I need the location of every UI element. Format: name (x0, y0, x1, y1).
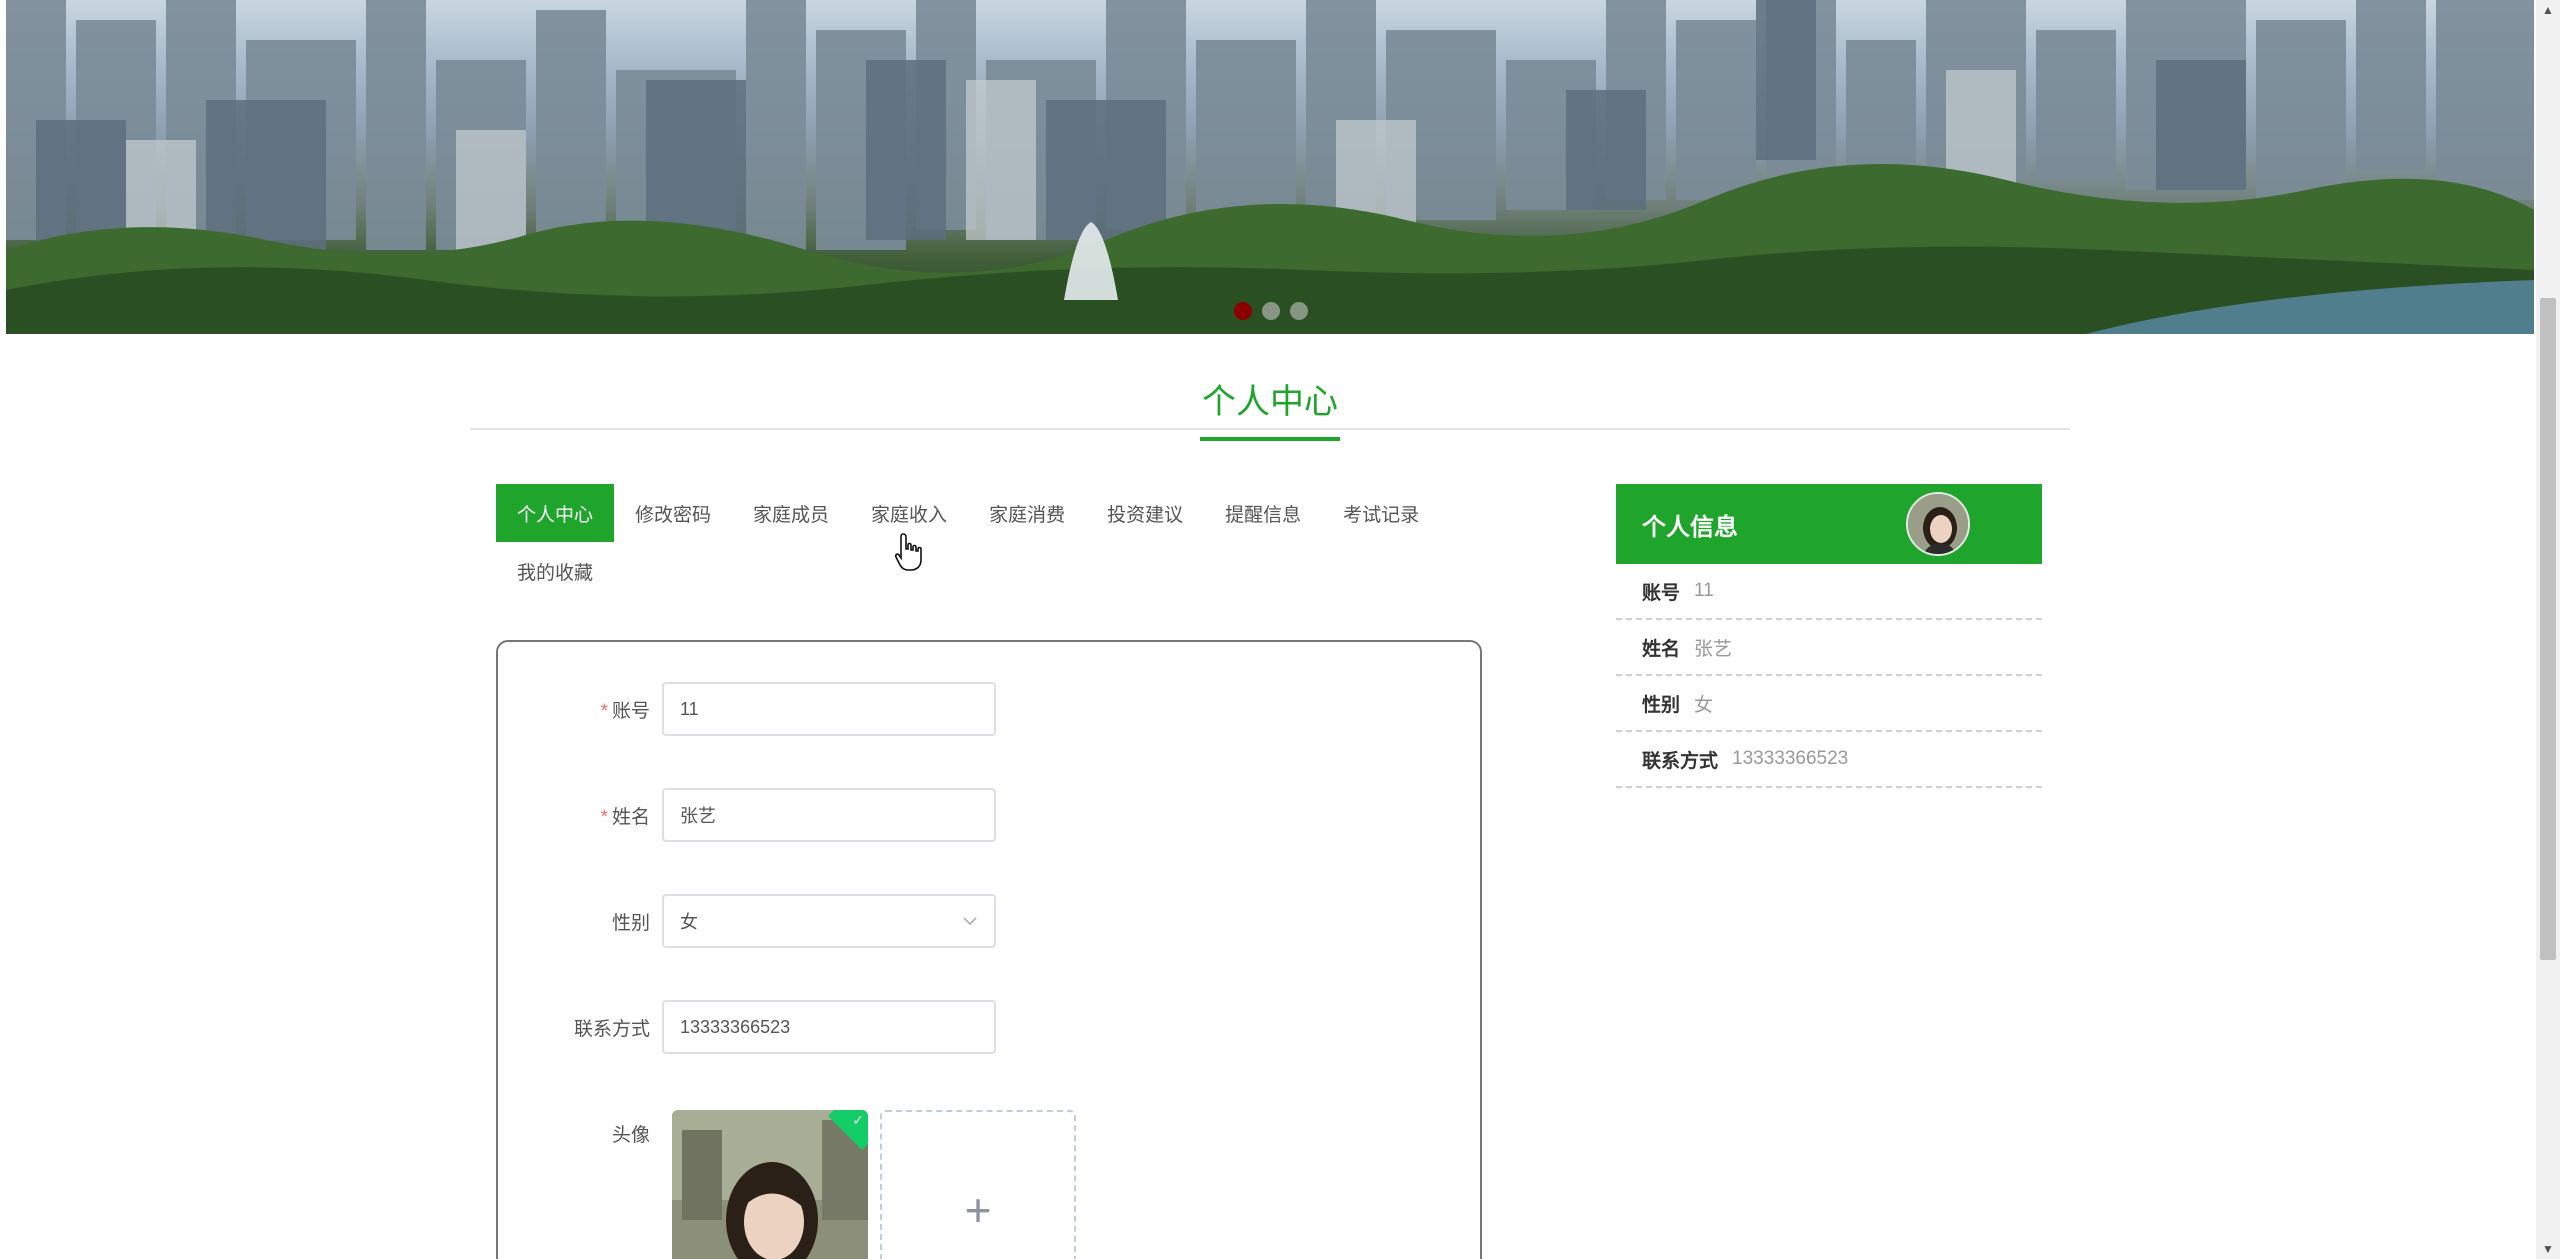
tab-investment-advice[interactable]: 投资建议 (1086, 484, 1204, 542)
avatar-photo (672, 1110, 868, 1259)
gender-row: 性别 女 (498, 894, 996, 948)
city-skyline-image (6, 0, 2534, 334)
avatar-upload-button[interactable]: + (880, 1110, 1076, 1259)
center-tabs: 个人中心 修改密码 家庭成员 家庭收入 家庭消费 投资建议 提醒信息 考试记录 … (496, 484, 1456, 600)
info-key: 姓名 (1642, 638, 1681, 660)
tab-exam-records[interactable]: 考试记录 (1322, 484, 1440, 542)
info-value: 13333366523 (1732, 748, 1849, 769)
name-row: * 姓名 张艺 (498, 788, 996, 842)
carousel-dot-2[interactable] (1262, 302, 1280, 320)
name-label: * 姓名 (600, 806, 650, 828)
scrollbar-thumb[interactable] (2540, 298, 2556, 960)
info-row-phone: 联系方式 13333366523 (1616, 732, 2042, 788)
avatar-row: 头像 (498, 1120, 662, 1147)
tab-family-members[interactable]: 家庭成员 (732, 484, 850, 542)
tab-my-favorites[interactable]: 我的收藏 (496, 542, 614, 600)
info-panel-header: 个人信息 (1616, 484, 2042, 564)
phone-row: 联系方式 13333366523 (498, 1000, 996, 1054)
scroll-up-icon[interactable]: ▲ (2536, 0, 2560, 20)
page-title-bar: 个人中心 (470, 360, 2070, 441)
info-value: 女 (1694, 694, 1714, 716)
info-key: 账号 (1642, 582, 1681, 604)
carousel-dots (1234, 302, 1308, 320)
check-icon: ✓ (852, 1112, 864, 1128)
required-mark: * (600, 806, 608, 828)
info-panel-title: 个人信息 (1642, 513, 1738, 541)
info-row-gender: 性别 女 (1616, 676, 2042, 732)
avatar-photo (1908, 494, 1968, 554)
gender-select[interactable]: 女 (662, 894, 996, 948)
tab-personal-center[interactable]: 个人中心 (496, 484, 615, 542)
account-row: * 账号 11 (498, 682, 996, 736)
profile-form: * 账号 11 * 姓名 张艺 性别 女 联系方式 13333366523 头像 ✓ (496, 640, 1482, 1259)
gender-select-value: 女 (680, 912, 698, 932)
info-key: 性别 (1642, 694, 1681, 716)
tab-family-expense[interactable]: 家庭消费 (968, 484, 1086, 542)
carousel-dot-1[interactable] (1234, 302, 1252, 320)
name-input[interactable]: 张艺 (662, 788, 996, 842)
info-value: 张艺 (1694, 638, 1733, 660)
uploaded-avatar-image[interactable]: ✓ (672, 1110, 868, 1259)
tab-reminders[interactable]: 提醒信息 (1204, 484, 1322, 542)
tab-change-password[interactable]: 修改密码 (614, 484, 732, 542)
account-label: * 账号 (600, 700, 650, 722)
phone-input[interactable]: 13333366523 (662, 1000, 996, 1054)
account-input[interactable]: 11 (662, 682, 996, 736)
chevron-down-icon (963, 917, 977, 926)
banner-carousel[interactable] (6, 0, 2534, 334)
avatar-label: 头像 (611, 1125, 650, 1146)
carousel-dot-3[interactable] (1290, 302, 1308, 320)
page-scrollbar[interactable]: ▲ ▼ (2536, 0, 2560, 1259)
info-key: 联系方式 (1642, 750, 1719, 772)
phone-label: 联系方式 (573, 1018, 650, 1040)
gender-label: 性别 (611, 912, 650, 934)
info-row-account: 账号 11 (1616, 564, 2042, 620)
required-mark: * (600, 700, 608, 722)
personal-info-panel: 个人信息 账号 11 姓名 张艺 性别 女 联系方式 13333366523 (1616, 484, 2042, 788)
scroll-down-icon[interactable]: ▼ (2536, 1239, 2560, 1259)
avatar (1906, 492, 1970, 556)
info-value: 11 (1694, 580, 1714, 601)
plus-icon: + (964, 1184, 992, 1236)
page-title: 个人中心 (1200, 362, 1340, 441)
info-row-name: 姓名 张艺 (1616, 620, 2042, 676)
hand-cursor-icon (894, 533, 922, 571)
